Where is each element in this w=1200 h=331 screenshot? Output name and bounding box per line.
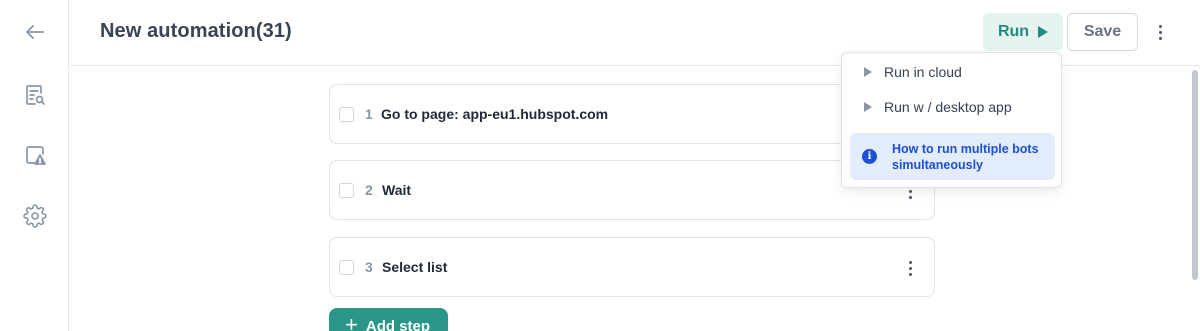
step-label: Wait	[382, 182, 412, 198]
automation-editor: New automation(31) Run Save 1 Go to page…	[0, 0, 1200, 331]
menu-item-label: Run in cloud	[884, 64, 962, 80]
scrollbar[interactable]	[1190, 66, 1200, 331]
search-document-icon	[26, 85, 45, 105]
settings-button[interactable]	[17, 198, 53, 234]
play-icon	[864, 67, 872, 77]
step-number: 1	[365, 106, 373, 122]
multiple-bots-help-link[interactable]: i How to run multiple bots simultaneousl…	[850, 133, 1055, 180]
step-card[interactable]: 3 Select list	[329, 237, 935, 297]
alert-monitor-icon	[26, 146, 46, 165]
step-number: 2	[365, 182, 373, 198]
gear-icon	[23, 204, 47, 228]
step-checkbox[interactable]	[339, 107, 354, 122]
run-menu: Run in cloud Run w / desktop app i How t…	[841, 52, 1062, 188]
play-icon	[864, 102, 872, 112]
run-button[interactable]: Run	[983, 13, 1063, 51]
back-button[interactable]	[17, 14, 53, 50]
info-icon: i	[862, 149, 877, 164]
step-number: 3	[365, 259, 373, 275]
scrollbar-thumb[interactable]	[1192, 70, 1198, 280]
step-label: Select list	[382, 259, 448, 275]
page-title: New automation(31)	[100, 20, 292, 42]
add-step-label: Add step	[365, 317, 431, 331]
back-arrow-icon	[26, 25, 44, 39]
step-checkbox[interactable]	[339, 260, 354, 275]
add-step-button[interactable]: + Add step	[329, 308, 448, 331]
save-button[interactable]: Save	[1067, 13, 1138, 51]
play-icon	[1038, 26, 1049, 38]
help-link-text: How to run multiple bots simultaneously	[892, 142, 1039, 172]
menu-item-label: Run w / desktop app	[884, 99, 1012, 115]
sidebar	[0, 0, 69, 331]
run-label: Run	[997, 23, 1030, 40]
logs-button[interactable]	[17, 77, 53, 113]
alerts-button[interactable]	[17, 137, 53, 173]
step-menu-icon[interactable]	[900, 256, 920, 280]
plus-icon: +	[345, 312, 358, 331]
run-desktop-app-item[interactable]: Run w / desktop app	[842, 90, 1061, 124]
step-label: Go to page: app-eu1.hubspot.com	[381, 106, 609, 122]
run-in-cloud-item[interactable]: Run in cloud	[842, 55, 1061, 89]
step-checkbox[interactable]	[339, 183, 354, 198]
more-options-icon[interactable]	[1150, 20, 1170, 44]
